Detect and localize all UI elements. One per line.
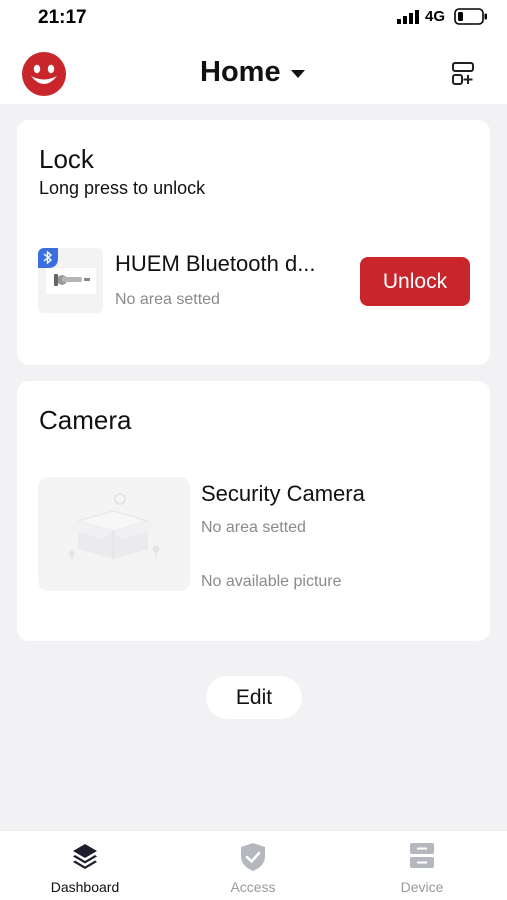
signal-icon — [397, 10, 419, 24]
camera-device-name[interactable]: Security Camera — [201, 481, 365, 507]
smiley-avatar-icon[interactable] — [22, 52, 66, 96]
app-header: Home — [0, 34, 507, 104]
camera-picture-status: No available picture — [201, 573, 342, 590]
tab-device[interactable]: Device — [337, 831, 507, 900]
tab-dashboard-label: Dashboard — [50, 879, 120, 895]
camera-card-title: Camera — [39, 405, 132, 435]
empty-box-icon — [68, 493, 160, 561]
lock-card: Lock Long press to unlock HUEM Bluetooth… — [17, 120, 490, 365]
device-list-icon — [410, 843, 434, 868]
lock-card-subtitle: Long press to unlock — [39, 178, 206, 198]
battery-icon — [454, 8, 487, 25]
status-time: 21:17 — [38, 7, 87, 28]
lock-device-thumbnail[interactable] — [38, 248, 103, 313]
network-label: 4G — [425, 8, 446, 25]
caret-down-icon[interactable] — [291, 70, 305, 78]
bottom-navigation: Dashboard Access Device — [0, 830, 507, 900]
lock-card-title: Lock — [39, 144, 94, 174]
camera-thumbnail[interactable] — [38, 477, 190, 591]
tab-access-label: Access — [230, 879, 276, 895]
camera-device-area: No area setted — [201, 519, 306, 536]
home-selector-title[interactable]: Home — [200, 56, 281, 89]
lock-device-area: No area setted — [115, 291, 220, 308]
camera-card: Camera Security Camera No area setted No… — [17, 381, 490, 641]
bluetooth-icon — [38, 248, 58, 268]
unlock-button[interactable]: Unlock — [360, 257, 470, 306]
lock-device-name[interactable]: HUEM Bluetooth d... — [115, 251, 316, 277]
edit-button[interactable]: Edit — [206, 676, 302, 719]
tab-access[interactable]: Access — [168, 831, 338, 900]
add-card-icon[interactable] — [451, 61, 475, 87]
tab-dashboard[interactable]: Dashboard — [0, 831, 170, 900]
shield-check-icon — [241, 843, 265, 871]
tab-device-label: Device — [400, 879, 444, 895]
status-bar: 21:17 4G — [0, 0, 507, 34]
layers-icon — [73, 844, 97, 869]
